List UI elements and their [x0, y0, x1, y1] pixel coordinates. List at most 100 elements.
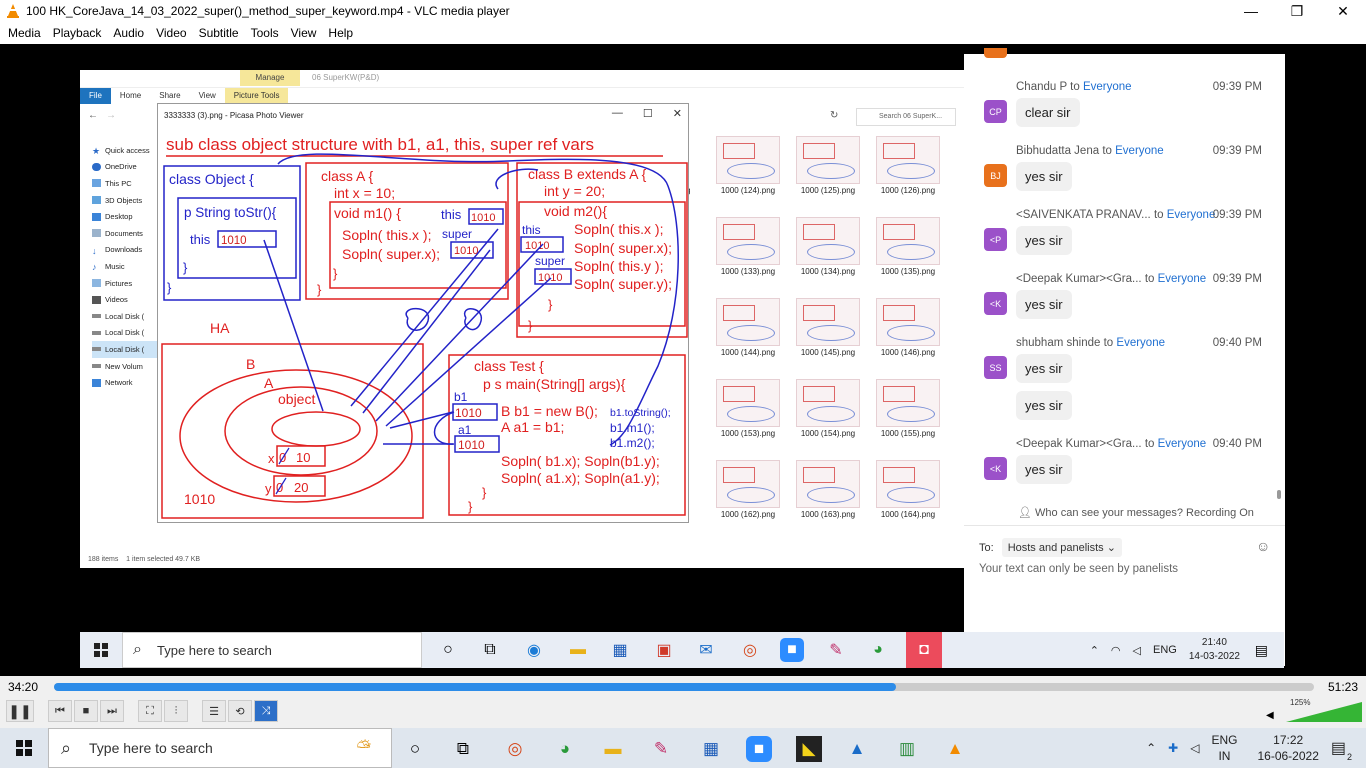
menu-view[interactable]: View — [285, 26, 323, 40]
message-bubble: yes sir — [1016, 290, 1072, 319]
cortana-icon[interactable]: ○ — [402, 736, 428, 762]
message-bubble: clear sir — [1016, 98, 1080, 127]
thumbnail-image — [796, 298, 860, 346]
avatar: <K — [984, 292, 1007, 315]
chrome-icon[interactable]: ◕ — [552, 736, 578, 762]
extended-settings-button[interactable]: ⫶ — [164, 700, 188, 722]
thumbnail-image — [876, 379, 940, 427]
notification-icon: ▤ 2 — [1330, 740, 1352, 762]
explorer-status: 188 items 1 item selected 49.7 KB — [88, 556, 201, 563]
sidebar-item: ♪ Music — [92, 261, 125, 273]
svg-text:1010: 1010 — [221, 235, 247, 247]
menu-tools[interactable]: Tools — [245, 26, 285, 40]
task-view-icon[interactable]: ⧉ — [450, 736, 476, 762]
menu-subtitle[interactable]: Subtitle — [193, 26, 245, 40]
menu-media[interactable]: Media — [2, 26, 47, 40]
volume-slider[interactable]: ◀ 125% — [1266, 698, 1362, 724]
task-view-icon: ⧉ — [484, 641, 496, 658]
menu-playback[interactable]: Playback — [47, 26, 108, 40]
message-sender: <SAIVENKATA PRANAV... to Everyone — [1016, 209, 1216, 221]
diagram-heading: sub class object structure with b1, a1, … — [166, 135, 594, 154]
current-time: 34:20 — [8, 680, 39, 694]
svg-text:}: } — [167, 280, 172, 295]
close-button[interactable]: ✕ — [1320, 0, 1366, 22]
edge-icon: ◉ — [527, 642, 541, 659]
message-time: 09:39 PM — [1212, 273, 1262, 285]
chat-divider — [964, 525, 1285, 526]
recorder-icon[interactable]: ◎ — [502, 736, 528, 762]
who-can-see-link[interactable]: 👤︎ Who can see your messages? Recording … — [1018, 506, 1254, 519]
avatar: SS — [984, 356, 1007, 379]
explorer-title: 06 SuperKW(P&D) — [312, 73, 380, 82]
sidebar-item: New Volum — [92, 358, 162, 375]
svg-text:class A {: class A { — [321, 168, 373, 184]
svg-text:A: A — [264, 375, 274, 391]
draw-icon[interactable]: ✎ — [648, 736, 674, 762]
photos-icon[interactable]: ▲ — [844, 736, 870, 762]
cortana-icon: ○ — [443, 641, 453, 658]
message-bubble: yes sir — [1016, 354, 1072, 383]
sticky-notes-icon[interactable]: ◣ — [796, 736, 822, 762]
to-label: To: — [979, 541, 994, 554]
previous-button[interactable]: ⏮ — [48, 700, 72, 722]
maximize-button[interactable]: ❐ — [1274, 0, 1320, 22]
volume-icon: ◁ — [1132, 644, 1141, 657]
vlc-taskbar-icon[interactable]: ▲ — [942, 736, 968, 762]
disk-icon — [92, 330, 101, 335]
pause-button[interactable]: ❚❚ — [6, 700, 34, 722]
disk-icon — [92, 347, 101, 352]
chat-input-hint[interactable]: Your text can only be seen by panelists — [979, 563, 1178, 575]
menu-audio[interactable]: Audio — [107, 26, 150, 40]
minimize-button[interactable]: — — [1228, 0, 1274, 22]
sidebar-item: Local Disk ( — [92, 341, 162, 358]
emoji-icon[interactable]: ☺ — [1256, 538, 1270, 554]
thumbnail-image — [716, 136, 780, 184]
loop-button[interactable]: ⟲ — [228, 700, 252, 722]
svg-text:b1: b1 — [454, 390, 468, 404]
stop-button[interactable]: ■ — [74, 700, 98, 722]
thumbnail-label: 1000 (164).png — [880, 510, 936, 519]
folder-icon[interactable]: ▬ — [600, 736, 626, 762]
seek-bar[interactable] — [54, 683, 1314, 691]
picasa-minimize-icon: — — [611, 107, 623, 119]
windows-start-icon[interactable] — [16, 740, 32, 756]
shuffle-button[interactable]: ⤨ — [254, 700, 278, 722]
svg-text:int y = 20;: int y = 20; — [544, 183, 605, 199]
fullscreen-button[interactable]: ⛶ — [138, 700, 162, 722]
recipient-dropdown[interactable]: Hosts and panelists ⌄ — [1001, 538, 1122, 557]
windows-start-icon — [94, 643, 108, 657]
message-time: 09:40 PM — [1212, 438, 1262, 450]
menu-help[interactable]: Help — [322, 26, 359, 40]
next-button[interactable]: ⏭ — [100, 700, 124, 722]
sidebar-item: 3D Objects — [92, 192, 162, 209]
zoom-icon[interactable]: ■ — [746, 736, 772, 762]
taskbar-search[interactable]: ⌕ Type here to search ⛅︎ — [48, 728, 392, 768]
message-bubble: yes sir — [1016, 162, 1072, 191]
avatar: <P — [984, 228, 1007, 251]
store-icon[interactable]: ▦ — [698, 736, 724, 762]
svg-text:}: } — [468, 499, 473, 514]
svg-text:}: } — [333, 266, 338, 281]
sidebar-item: ↓ Downloads — [92, 245, 143, 256]
person-icon: 👤︎ — [1018, 507, 1032, 519]
notification-icon: ▤ — [1254, 642, 1268, 658]
object-class-head: class Object { — [169, 171, 254, 187]
store-icon: ▦ — [612, 642, 628, 659]
video-tray: ⌃ ◠ ◁ ENG 21:40 14-03-2022 — [1089, 637, 1240, 662]
thumbnail-image — [716, 379, 780, 427]
thumbnail-image — [796, 460, 860, 508]
gift-icon: ▣ — [656, 642, 672, 659]
search-icon: ⌕ — [61, 738, 72, 758]
svg-text:HA: HA — [210, 320, 230, 336]
draw-icon: ✎ — [829, 642, 843, 659]
chat-scrollbar[interactable] — [1277, 54, 1281, 499]
spreadsheet-icon[interactable]: ▥ — [894, 736, 920, 762]
thumbnail-label: 1000 (163).png — [800, 510, 856, 519]
message-sender: <Deepak Kumar><Gra... to Everyone — [1016, 273, 1207, 285]
picasa-title: 3333333 (3).png - Picasa Photo Viewer — [164, 110, 304, 120]
message-time: 09:40 PM — [1212, 337, 1262, 349]
menu-video[interactable]: Video — [150, 26, 192, 40]
playlist-button[interactable]: ☰ — [202, 700, 226, 722]
sidebar-item: OneDrive — [92, 159, 162, 176]
message-sender: <Deepak Kumar><Gra... to Everyone — [1016, 438, 1207, 450]
